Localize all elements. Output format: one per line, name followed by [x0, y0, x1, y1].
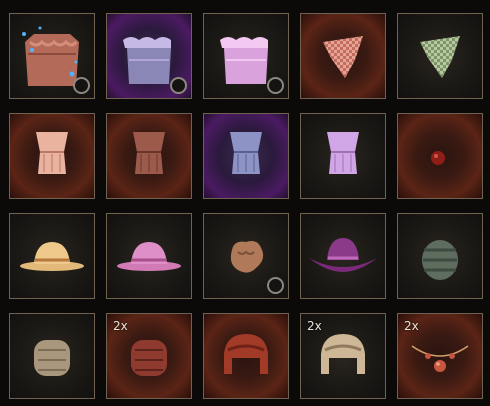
red-checkered-bandana-icon: [323, 36, 363, 78]
tan-leather-roll-icon: [34, 340, 70, 376]
purple-cowboy-hat-icon: [309, 238, 377, 272]
inventory-slot[interactable]: 2x: [300, 313, 386, 399]
inventory-slot[interactable]: [9, 113, 95, 199]
stack-count: 2x: [404, 319, 419, 333]
inventory-slot[interactable]: 2x: [106, 313, 192, 399]
inventory-slot[interactable]: [203, 313, 289, 399]
inventory-slot[interactable]: [9, 213, 95, 299]
green-rolled-cloth-icon: [422, 240, 458, 280]
green-checkered-bandana-icon: [420, 36, 460, 78]
inventory-slot[interactable]: [203, 213, 289, 299]
stack-count: 2x: [307, 319, 322, 333]
inventory-slot[interactable]: [9, 313, 95, 399]
stack-count: 2x: [113, 319, 128, 333]
inventory-slot[interactable]: [300, 213, 386, 299]
inventory-slot[interactable]: [203, 13, 289, 99]
inventory-slot[interactable]: 2x: [397, 313, 483, 399]
peach-corset-top-icon: [36, 132, 68, 174]
lilac-corset-top-icon: [327, 132, 359, 174]
inventory-slot[interactable]: [397, 13, 483, 99]
badge-icon: [267, 277, 284, 294]
badge-icon: [73, 77, 90, 94]
inventory-slot[interactable]: [300, 113, 386, 199]
red-aviator-cap-icon: [224, 334, 268, 374]
inventory-slot[interactable]: [300, 13, 386, 99]
inventory-slot[interactable]: [397, 213, 483, 299]
badge-icon: [267, 77, 284, 94]
inventory-slot[interactable]: [106, 13, 192, 99]
inventory-slot[interactable]: [106, 113, 192, 199]
inventory-grid: 2x 2x 2x: [0, 0, 490, 406]
inventory-slot[interactable]: [9, 13, 95, 99]
blue-corset-top-icon: [230, 132, 262, 174]
straw-hat-icon: [20, 242, 84, 271]
inventory-slot[interactable]: [397, 113, 483, 199]
badge-icon: [170, 77, 187, 94]
pink-hat-icon: [117, 242, 181, 271]
inventory-slot[interactable]: [203, 113, 289, 199]
red-orb-icon: [431, 151, 445, 165]
brown-corset-top-icon: [133, 132, 165, 174]
inventory-slot[interactable]: [106, 213, 192, 299]
